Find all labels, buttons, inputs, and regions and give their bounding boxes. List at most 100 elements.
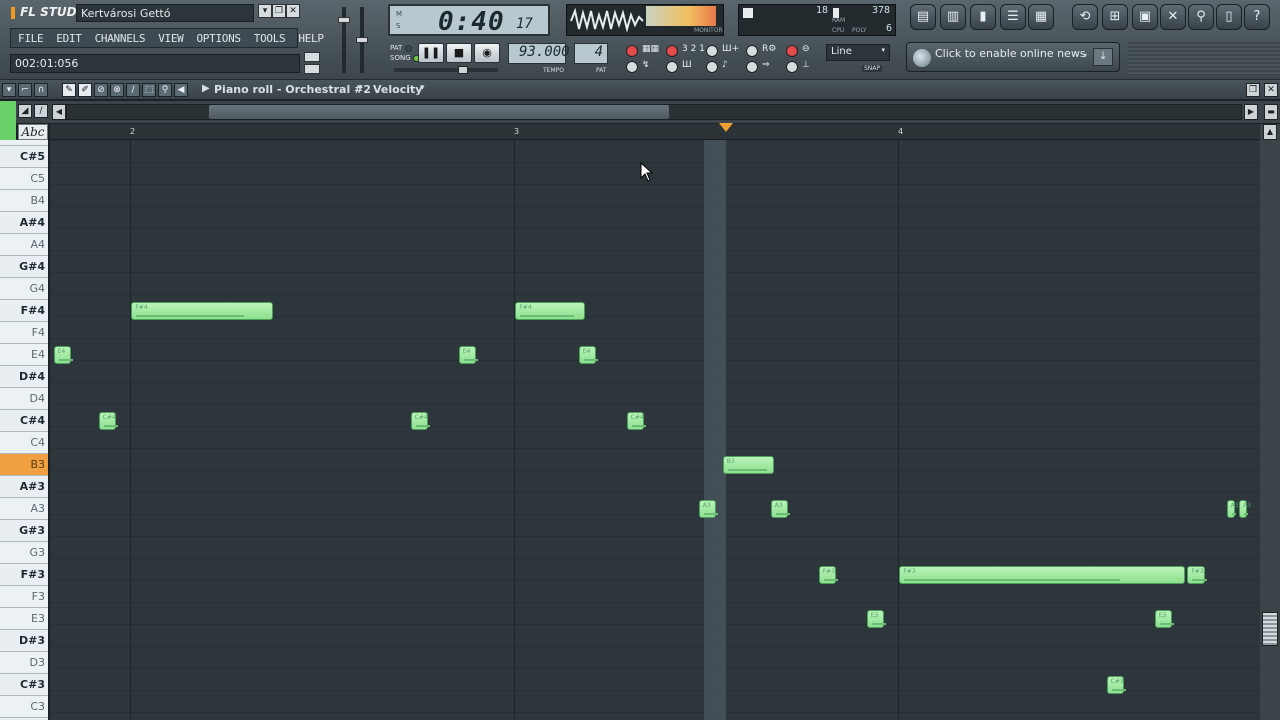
minimize-icon[interactable]: ▾ (258, 4, 272, 18)
tempo-field[interactable]: 93.000 (508, 43, 570, 64)
piano-keyboard[interactable]: D5 C#5 C5 B4 A#4 A4 G#4 G4 F#4 F4 E4 D#4 D4 C#4 C4 B3 A#… (0, 140, 48, 720)
piano-key-c5[interactable]: C5 (0, 168, 48, 190)
news-bar[interactable]: Click to enable online news ▾ ⤓ (906, 42, 1120, 72)
piano-key-gs4[interactable]: G#4 (0, 256, 48, 278)
project-info-button[interactable]: ▯ (1216, 4, 1242, 30)
horizontal-scroll-thumb[interactable] (209, 105, 669, 119)
playlist-button[interactable]: ▤ (910, 4, 936, 30)
multilink-button[interactable] (786, 61, 798, 73)
vertical-scroll-thumb[interactable] (1262, 612, 1278, 646)
wait-icon[interactable]: Ш (682, 60, 692, 70)
note-b3[interactable]: B3 (722, 456, 774, 474)
playback-tool-icon[interactable]: ◀ (174, 83, 188, 97)
menu-view[interactable]: VIEW (151, 29, 189, 47)
slice-tool-icon[interactable]: ∕ (126, 83, 140, 97)
master-volume-slider[interactable] (338, 7, 350, 73)
note-cs4[interactable]: C#4 (98, 412, 119, 430)
piano-key-fs3[interactable]: F#3 (0, 564, 48, 586)
note-fs3[interactable]: F#3 (818, 566, 839, 584)
target-control[interactable]: Velocity (373, 83, 422, 96)
scroll-button[interactable] (746, 61, 758, 73)
multilink-icon[interactable]: ⊥ (802, 60, 810, 70)
horizontal-scrollbar[interactable] (66, 104, 1242, 120)
target-chevron-down-icon[interactable]: ▾ (420, 83, 425, 93)
stop-button[interactable]: ■ (446, 43, 472, 63)
menu-channels[interactable]: CHANNELS (88, 29, 152, 47)
note-fs4[interactable]: F#4 (515, 302, 586, 320)
piano-roll-button[interactable]: ▮ (970, 4, 996, 30)
restore-icon[interactable]: ❐ (272, 4, 286, 18)
pencil-small-icon[interactable]: ◢ (18, 104, 32, 118)
note-grid[interactable]: E4 C#4 F#4 C#4 E4 F#4 E4 C#4 A3 B3 A3 F#3 E3 F#3 F#3 C#… (50, 140, 1260, 720)
scroll-right-icon[interactable]: ▶ (1244, 104, 1258, 120)
note-names-toggle[interactable]: Abc (18, 124, 48, 140)
master-pitch-slider[interactable] (356, 7, 368, 73)
note-cs4[interactable]: C#4 (410, 412, 431, 430)
menu-options[interactable]: OPTIONS (189, 29, 246, 47)
note-fs3[interactable]: F#3 (1187, 566, 1207, 584)
piano-key-b3[interactable]: B3 (0, 454, 48, 476)
time-display[interactable]: M S 0:40 17 (388, 4, 550, 37)
save-button[interactable]: ⊞ (1102, 4, 1128, 30)
piano-key-a3[interactable]: A3 (0, 498, 48, 520)
zoom-out-icon[interactable]: ▬ (1264, 104, 1278, 120)
note-e4[interactable]: E4 (578, 346, 599, 364)
piano-roll-title[interactable]: Piano roll - Orchestral #2 (214, 83, 371, 96)
menu-file[interactable]: FILE (11, 29, 49, 47)
note-a3[interactable]: A3 (698, 500, 719, 518)
draw-tool-icon[interactable]: ✎ (62, 83, 76, 97)
scroll-up-icon[interactable]: ▲ (1263, 124, 1277, 140)
blend-button[interactable] (746, 45, 758, 57)
channel-color-tab[interactable] (0, 101, 16, 141)
undo-button[interactable]: ⟲ (1072, 4, 1098, 30)
blend-icon[interactable]: R⚙ (762, 44, 776, 54)
piano-key-a4[interactable]: A4 (0, 234, 48, 256)
piano-key-gs3[interactable]: G#3 (0, 520, 48, 542)
diagonal-icon[interactable]: ∕ (34, 104, 48, 118)
timeline-ruler[interactable]: 2 3 4 (50, 124, 1260, 140)
master-pitch-knob[interactable] (356, 37, 368, 43)
note-button[interactable] (706, 61, 718, 73)
loop-rec-button[interactable] (786, 45, 798, 57)
zoom-tool-icon[interactable]: ⚲ (158, 83, 172, 97)
piano-key-c4[interactable]: C4 (0, 432, 48, 454)
note-cs4[interactable]: C#4 (626, 412, 647, 430)
step-sequencer-button[interactable]: ▥ (940, 4, 966, 30)
piano-key-fs4[interactable]: F#4 (0, 300, 48, 322)
note-fs3[interactable]: F#3 (899, 566, 1186, 584)
render-button[interactable]: ▣ (1132, 4, 1158, 30)
pattern-field[interactable]: 4 (574, 43, 608, 64)
loop-icon[interactable]: ⊖ (802, 44, 810, 54)
help-button[interactable]: ? (1244, 4, 1270, 30)
note-e3[interactable]: E3 (1154, 610, 1175, 628)
position-knob[interactable] (458, 66, 468, 74)
wait-button[interactable] (666, 61, 678, 73)
snap-magnet-icon[interactable]: ∩ (34, 83, 48, 97)
piano-key-cs3[interactable]: C#3 (0, 674, 48, 696)
vertical-scrollbar[interactable]: ▲ (1260, 124, 1280, 720)
piano-key-as4[interactable]: A#4 (0, 212, 48, 234)
note-e3[interactable]: E3 (866, 610, 887, 628)
playhead-marker-icon[interactable] (719, 123, 733, 132)
hint-toggle-icon[interactable] (304, 52, 320, 62)
master-volume-knob[interactable] (338, 17, 350, 23)
snap-select[interactable]: Line ▾ (826, 44, 890, 61)
scroll-icon[interactable]: ⇒ (762, 60, 770, 70)
piano-key-e3[interactable]: E3 (0, 608, 48, 630)
search-button[interactable]: ⚲ (1188, 4, 1214, 30)
mixer-button[interactable]: ▦ (1028, 4, 1054, 30)
piano-key-ds4[interactable]: D#4 (0, 366, 48, 388)
close-window-icon[interactable]: ✕ (1264, 83, 1278, 97)
detach-window-icon[interactable]: ❐ (1246, 83, 1260, 97)
mode-pat[interactable]: PAT (390, 44, 412, 52)
note-a3[interactable]: A3 (1239, 500, 1251, 518)
keyboard-icon[interactable]: ▦▦ (642, 44, 659, 54)
note-cs3[interactable]: C#3 (1106, 676, 1127, 694)
menu-edit[interactable]: EDIT (49, 29, 87, 47)
menu-tools[interactable]: TOOLS (247, 29, 292, 47)
download-icon[interactable]: ⤓ (1093, 48, 1113, 66)
piano-key-cs4[interactable]: C#4 (0, 410, 48, 432)
record-button[interactable]: ◉ (474, 43, 500, 63)
close-icon[interactable]: ✕ (286, 4, 300, 18)
browser-button[interactable]: ☰ (1000, 4, 1026, 30)
